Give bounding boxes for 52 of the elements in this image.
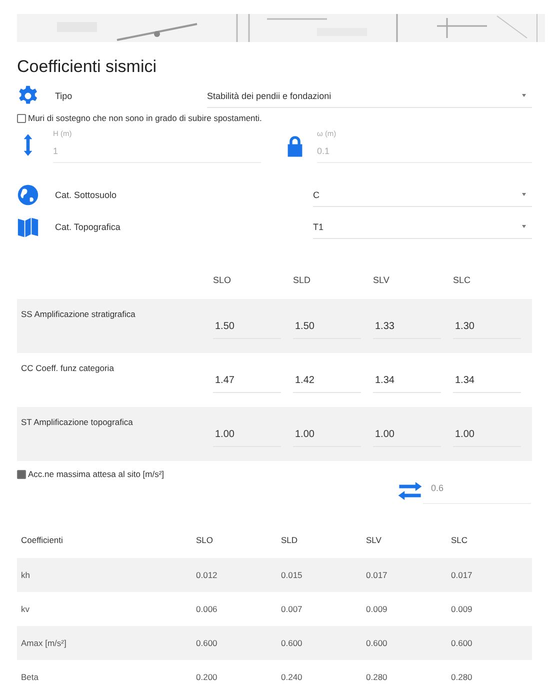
row-label: CC Coeff. funz categoria xyxy=(17,353,212,407)
column-header: SLD xyxy=(292,261,372,299)
input-field[interactable]: 0.6 xyxy=(423,477,531,504)
value-field[interactable]: 1.47 xyxy=(213,367,281,393)
dropdown-field[interactable]: T1 xyxy=(313,216,532,238)
table-cell: 0.200 xyxy=(192,660,277,687)
column-header: SLC xyxy=(447,522,532,558)
table-cell: 0.009 xyxy=(362,592,447,626)
column-header: SLV xyxy=(362,522,447,558)
checkbox-label: Muri di sostegno che non sono in grado di subire spostamenti. xyxy=(28,113,262,123)
section-title: Coefficienti sismici xyxy=(17,57,158,77)
column-header: SLC xyxy=(452,261,532,299)
field-label: Tipo xyxy=(54,91,74,101)
checkbox[interactable] xyxy=(17,114,26,122)
table-cell: kh xyxy=(17,558,192,592)
table-cell: 0.012 xyxy=(192,558,277,592)
column-header: SLV xyxy=(372,261,452,299)
column-header: SLD xyxy=(277,522,362,558)
table-cell: 0.240 xyxy=(277,660,362,687)
table-cell: 0.006 xyxy=(192,592,277,626)
table-cell: 0.600 xyxy=(277,626,362,660)
value-field[interactable]: 1.34 xyxy=(373,367,441,393)
map-icon xyxy=(17,215,39,239)
row-label: ST Amplificazione topografica xyxy=(17,407,212,461)
column-header: SLO xyxy=(192,522,277,558)
table-cell: 0.017 xyxy=(362,558,447,592)
table-cell: 0.009 xyxy=(447,592,532,626)
table-cell: kv xyxy=(17,592,192,626)
table-cell: 0.015 xyxy=(277,558,362,592)
table-cell: 0.600 xyxy=(192,626,277,660)
table-cell: 0.600 xyxy=(447,626,532,660)
table-cell: 0.600 xyxy=(362,626,447,660)
table-cell: 0.017 xyxy=(447,558,532,592)
value-field[interactable]: 1.42 xyxy=(293,367,361,393)
field-label: Cat. Sottosuolo xyxy=(54,190,118,200)
globe-icon xyxy=(17,184,39,206)
settings-icon xyxy=(17,85,39,107)
value-field[interactable]: 1.34 xyxy=(453,367,521,393)
swap-arrows-icon xyxy=(397,482,423,500)
dropdown-field[interactable]: Stabilità dei pendii e fondazioni xyxy=(207,84,532,108)
dropdown-field[interactable]: C xyxy=(313,184,532,206)
table-cell: Beta xyxy=(17,660,192,687)
checkbox[interactable] xyxy=(17,470,26,478)
checkbox-label: Acc.ne massima attesa al sito [m/s²] xyxy=(28,469,164,479)
row-label: SS Amplificazione stratigrafica xyxy=(17,299,212,353)
table-cell: 0.280 xyxy=(447,660,532,687)
table-cell: 0.007 xyxy=(277,592,362,626)
table-cell: Amax [m/s²] xyxy=(17,626,192,660)
table-cell: 0.280 xyxy=(362,660,447,687)
column-header: SLO xyxy=(212,261,292,299)
field-label: Cat. Topografica xyxy=(54,222,122,232)
column-header: Coefficienti xyxy=(17,522,192,558)
